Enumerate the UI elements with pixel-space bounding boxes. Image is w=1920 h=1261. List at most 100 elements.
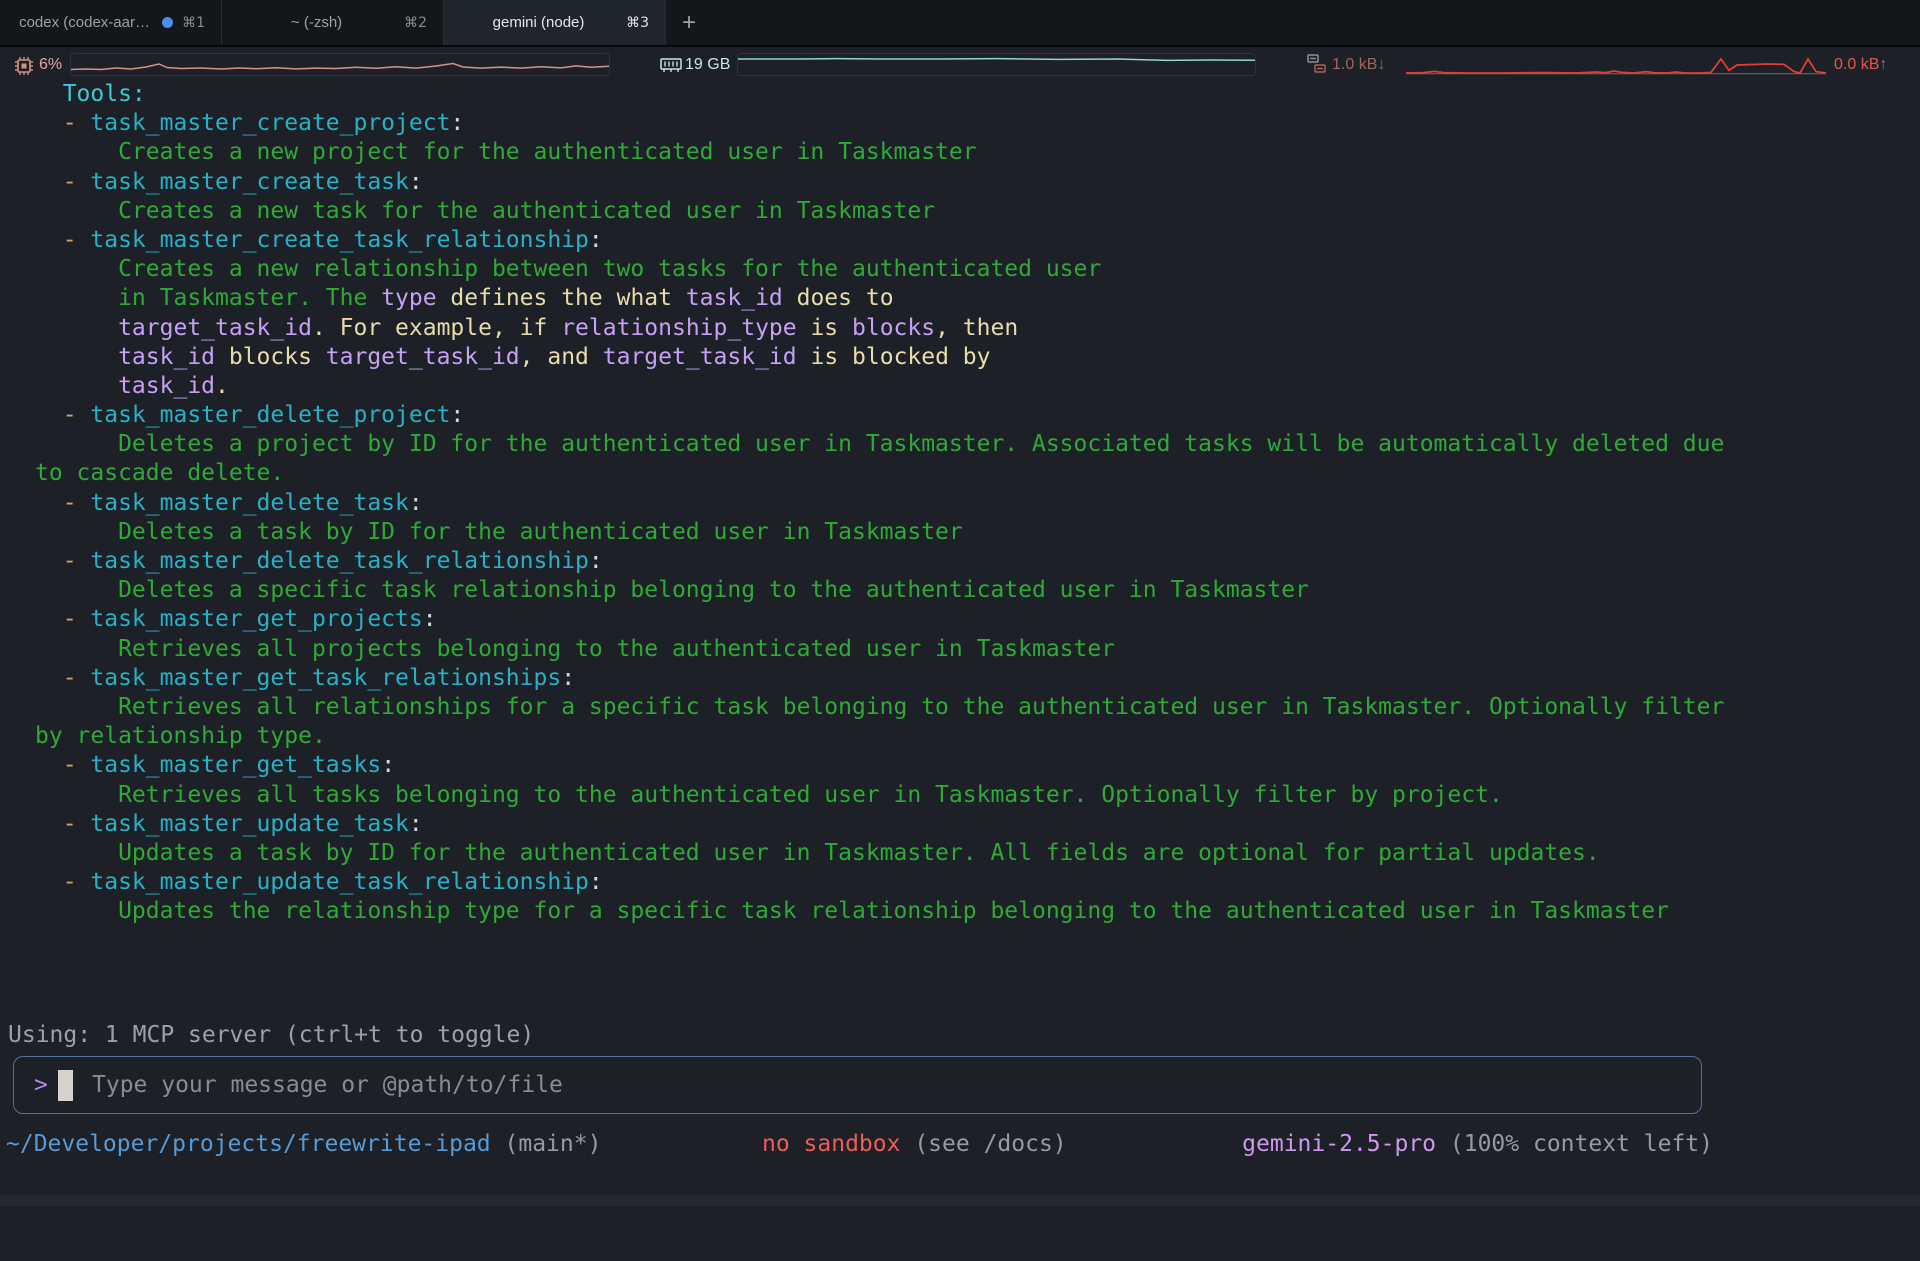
terminal-line: Updates a task by ID for the authenticat…	[35, 839, 1724, 868]
terminal-text-segment: -	[63, 110, 91, 136]
terminal-text-segment: , then	[935, 315, 1018, 341]
terminal-text-segment: task_master_get_tasks	[90, 752, 381, 778]
terminal-text-segment: task_id	[118, 373, 215, 399]
tab-shortcut: ⌘3	[626, 15, 649, 31]
cpu-usage-label: 6%	[39, 56, 62, 74]
terminal-text-segment: -	[63, 548, 91, 574]
network-icon	[1306, 52, 1328, 76]
terminal-text-segment: Creates a new project for the authentica…	[118, 139, 977, 165]
tab-shortcut: ⌘2	[404, 15, 427, 31]
terminal-line: by relationship type.	[35, 722, 1724, 751]
terminal-line: Retrieves all relationships for a specif…	[35, 693, 1724, 722]
footer-segment: ~/Developer/projects/freewrite-ipad	[6, 1131, 491, 1157]
terminal-text-segment: is blocked by	[797, 344, 991, 370]
cpu-icon	[12, 54, 36, 78]
terminal-line: - task_master_delete_task_relationship:	[35, 547, 1724, 576]
window-bottom-edge	[0, 1195, 1920, 1206]
terminal-text-segment: :	[409, 811, 423, 837]
terminal-text-segment: task_master_create_project	[90, 110, 450, 136]
terminal-text-segment: by relationship type.	[35, 723, 326, 749]
terminal-text-segment: type	[381, 285, 436, 311]
network-sparkline	[1406, 50, 1826, 80]
terminal-line: Deletes a project by ID for the authenti…	[35, 430, 1724, 459]
memory-sparkline	[737, 53, 1256, 76]
tab-activity-dot	[162, 17, 173, 28]
terminal-text-segment: -	[63, 869, 91, 895]
terminal-text-segment: task_master_delete_task	[90, 490, 409, 516]
terminal-line: in Taskmaster. The type defines the what…	[35, 284, 1724, 313]
tab-zsh[interactable]: ~ (-zsh) ⌘2	[222, 0, 444, 45]
terminal-text-segment: relationship_type	[561, 315, 796, 341]
terminal-text-segment: Retrieves all tasks belonging to the aut…	[118, 782, 1503, 808]
footer-segment: (100% context left)	[1436, 1131, 1713, 1157]
terminal-text-segment: Deletes a task by ID for the authenticat…	[118, 519, 963, 545]
terminal-text-segment: Deletes a project by ID for the authenti…	[118, 431, 1724, 457]
terminal-line: Creates a new task for the authenticated…	[35, 197, 1724, 226]
memory-usage-label: 19 GB	[685, 56, 730, 74]
terminal-text-segment: -	[63, 811, 91, 837]
terminal-line: Updates the relationship type for a spec…	[35, 897, 1724, 926]
terminal-output: Tools:- task_master_create_project:Creat…	[35, 80, 1724, 926]
terminal-text-segment: -	[63, 490, 91, 516]
terminal-text-segment: Updates a task by ID for the authenticat…	[118, 840, 1600, 866]
terminal-line: target_task_id. For example, if relation…	[35, 314, 1724, 343]
tab-title: ~ (-zsh)	[238, 14, 395, 31]
terminal-text-segment: -	[63, 402, 91, 428]
terminal-line: - task_master_create_task:	[35, 168, 1724, 197]
footer-segment: no sandbox	[762, 1131, 900, 1157]
message-input-box[interactable]: > Type your message or @path/to/file	[13, 1056, 1702, 1114]
terminal-text-segment: Tools:	[63, 81, 146, 107]
terminal-text-segment: :	[450, 402, 464, 428]
mcp-server-status: Using: 1 MCP server (ctrl+t to toggle)	[8, 1022, 534, 1048]
terminal-text-segment: task_master_delete_task_relationship	[90, 548, 589, 574]
working-directory-status: ~/Developer/projects/freewrite-ipad (mai…	[6, 1131, 601, 1157]
terminal-line: - task_master_get_tasks:	[35, 751, 1724, 780]
terminal-text-segment: to cascade delete.	[35, 460, 284, 486]
terminal-text-segment: Retrieves all projects belonging to the …	[118, 636, 1115, 662]
terminal-text-segment: -	[63, 606, 91, 632]
terminal-window: codex (codex-aar… ⌘1 ~ (-zsh) ⌘2 gemini (nod…	[0, 0, 1920, 1206]
terminal-line: Creates a new project for the authentica…	[35, 138, 1724, 167]
terminal-text-segment: target_task_id	[603, 344, 797, 370]
terminal-text-segment: Updates the relationship type for a spec…	[118, 898, 1669, 924]
terminal-line: - task_master_update_task_relationship:	[35, 868, 1724, 897]
sandbox-status: no sandbox (see /docs)	[762, 1131, 1067, 1157]
network-down-label: 1.0 kB↓	[1332, 56, 1385, 74]
tab-shortcut: ⌘1	[182, 15, 205, 31]
new-tab-button[interactable]: +	[672, 0, 706, 45]
model-status: gemini-2.5-pro (100% context left)	[1242, 1131, 1713, 1157]
terminal-text-segment: task_master_get_projects	[90, 606, 422, 632]
prompt-symbol: >	[34, 1072, 48, 1098]
terminal-text-segment: Creates a new task for the authenticated…	[118, 198, 935, 224]
terminal-text-segment: :	[381, 752, 395, 778]
status-footer: ~/Developer/projects/freewrite-ipad (mai…	[0, 1131, 1920, 1163]
terminal-line: Retrieves all projects belonging to the …	[35, 635, 1724, 664]
terminal-text-segment: -	[63, 227, 91, 253]
terminal-text-segment: -	[63, 169, 91, 195]
terminal-text-segment: -	[63, 665, 91, 691]
terminal-text-segment: .	[215, 373, 229, 399]
terminal-text-segment: task_master_get_task_relationships	[90, 665, 561, 691]
terminal-line: Creates a new relationship between two t…	[35, 255, 1724, 284]
terminal-line: - task_master_delete_task:	[35, 489, 1724, 518]
input-placeholder: Type your message or @path/to/file	[92, 1072, 563, 1098]
memory-icon	[659, 56, 683, 76]
footer-segment: gemini-2.5-pro	[1242, 1131, 1436, 1157]
terminal-text-segment: task_master_update_task_relationship	[90, 869, 589, 895]
terminal-line: task_id blocks target_task_id, and targe…	[35, 343, 1724, 372]
terminal-text-segment: target_task_id	[118, 315, 312, 341]
terminal-text-segment: task_id	[686, 285, 783, 311]
tab-gemini[interactable]: gemini (node)⌘3	[444, 0, 666, 45]
terminal-line: - task_master_create_project:	[35, 109, 1724, 138]
terminal-text-segment: :	[409, 490, 423, 516]
terminal-text-segment: task_master_create_task	[90, 169, 409, 195]
footer-segment: (see /docs)	[900, 1131, 1066, 1157]
terminal-text-segment: blocks	[852, 315, 935, 341]
terminal-text-segment: task_master_delete_project	[90, 402, 450, 428]
terminal-text-segment: :	[589, 548, 603, 574]
terminal-text-segment: task_id	[118, 344, 215, 370]
terminal-text-segment: :	[409, 169, 423, 195]
terminal-line: to cascade delete.	[35, 459, 1724, 488]
tab-codex[interactable]: codex (codex-aar… ⌘1	[0, 0, 222, 45]
tab-title: codex (codex-aar…	[16, 14, 153, 31]
